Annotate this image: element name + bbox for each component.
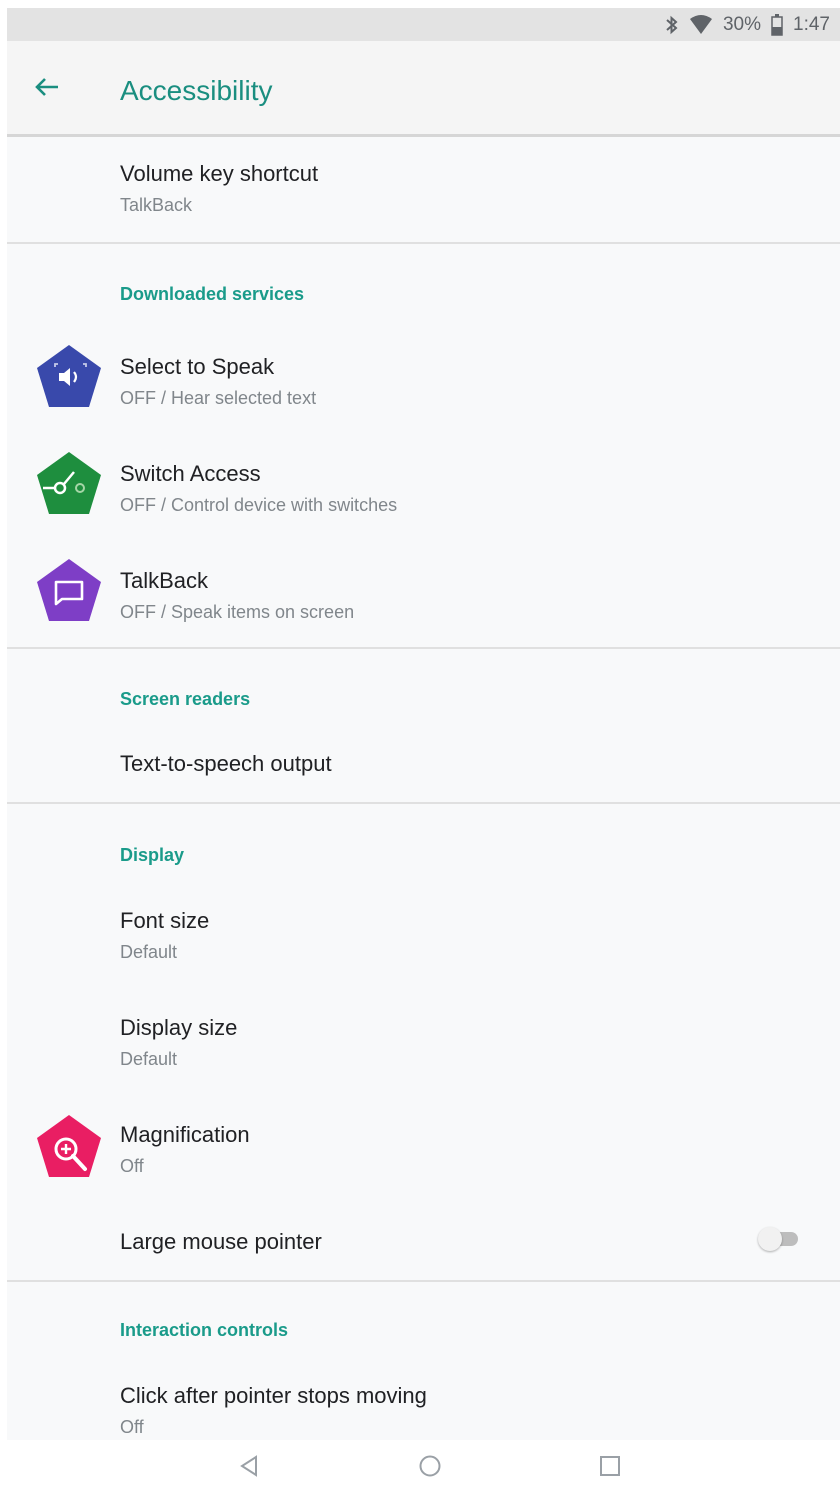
item-summary: Off — [120, 1156, 144, 1176]
font-size-item[interactable]: Font size Default — [7, 882, 840, 989]
arrow-back-icon — [34, 76, 60, 103]
section-header-screen-readers: Screen readers — [120, 689, 251, 709]
page-title: Accessibility — [120, 75, 273, 106]
item-title: Click after pointer stops moving — [120, 1383, 427, 1408]
talkback-icon — [35, 557, 103, 625]
magnification-icon — [35, 1113, 103, 1181]
section-header-display: Display — [120, 845, 185, 865]
item-summary: OFF / Control device with switches — [120, 495, 398, 515]
nav-recents-icon — [599, 1455, 621, 1482]
section-header-downloaded-services: Downloaded services — [120, 284, 305, 304]
navigation-bar — [7, 1440, 840, 1496]
item-summary: Default — [120, 1049, 178, 1069]
item-title: Large mouse pointer — [120, 1229, 322, 1254]
item-title: Magnification — [120, 1122, 250, 1147]
item-title: TalkBack — [120, 568, 209, 593]
nav-home-icon — [418, 1454, 442, 1483]
item-title: Switch Access — [120, 461, 261, 486]
select-to-speak-icon — [35, 343, 103, 411]
app-bar: Accessibility — [7, 41, 840, 137]
toggle-thumb — [758, 1227, 782, 1251]
nav-recents-button[interactable] — [590, 1448, 630, 1488]
click-after-pointer-stops-item[interactable]: Click after pointer stops moving Off — [7, 1355, 840, 1440]
settings-screen: 30% 1:47 Accessibility Volume key shortc… — [7, 8, 840, 1496]
battery-icon — [771, 14, 783, 36]
status-time: 1:47 — [793, 14, 830, 35]
status-bar: 30% 1:47 — [7, 8, 840, 41]
large-mouse-pointer-item[interactable]: Large mouse pointer — [7, 1203, 840, 1273]
volume-key-shortcut-item[interactable]: Volume key shortcut TalkBack — [7, 137, 840, 242]
back-button[interactable] — [23, 65, 71, 113]
status-icons: 30% 1:47 — [665, 13, 830, 37]
item-title: Font size — [120, 908, 210, 933]
item-summary: TalkBack — [120, 195, 193, 215]
item-title: Volume key shortcut — [120, 161, 319, 186]
item-summary: OFF / Speak items on screen — [120, 602, 355, 622]
divider — [7, 647, 840, 649]
large-mouse-pointer-toggle[interactable] — [758, 1227, 802, 1251]
switch-access-icon — [35, 450, 103, 518]
item-summary: OFF / Hear selected text — [120, 388, 317, 408]
bluetooth-icon — [665, 15, 679, 35]
section-header-interaction-controls: Interaction controls — [120, 1320, 289, 1340]
item-title: Display size — [120, 1015, 238, 1040]
battery-percent: 30% — [722, 14, 762, 35]
item-title: Select to Speak — [120, 354, 275, 379]
item-summary: Default — [120, 942, 178, 962]
nav-home-button[interactable] — [410, 1448, 450, 1488]
switch-access-item[interactable]: Switch Access OFF / Control device with … — [7, 432, 840, 539]
wifi-icon — [689, 15, 713, 35]
select-to-speak-item[interactable]: Select to Speak OFF / Hear selected text — [7, 325, 840, 432]
item-title: Text-to-speech output — [120, 751, 332, 776]
divider — [7, 802, 840, 804]
text-to-speech-output-item[interactable]: Text-to-speech output — [7, 725, 840, 801]
display-size-item[interactable]: Display size Default — [7, 989, 840, 1096]
nav-back-icon — [239, 1454, 259, 1482]
nav-back-button[interactable] — [229, 1448, 269, 1488]
talkback-item[interactable]: TalkBack OFF / Speak items on screen — [7, 539, 840, 646]
divider — [7, 242, 840, 244]
item-summary: Off — [120, 1417, 144, 1437]
magnification-item[interactable]: Magnification Off — [7, 1096, 840, 1203]
divider — [7, 1280, 840, 1282]
